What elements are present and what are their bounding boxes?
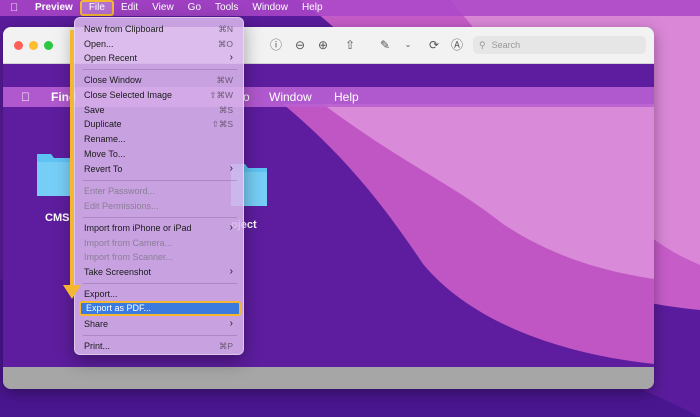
menu-file[interactable]: File	[79, 0, 114, 16]
menu-separator	[83, 335, 237, 336]
search-field[interactable]: ⚲ Search	[473, 36, 646, 54]
menu-separator	[83, 283, 237, 284]
inner-menu-help: Help	[334, 90, 359, 104]
zoom-in-icon[interactable]: ⊕	[316, 38, 330, 52]
inner-apple-icon: 	[21, 90, 30, 104]
menu-edit[interactable]: Edit	[114, 0, 145, 16]
file-menu-dropdown: New from Clipboard ⌘N Open... ⌘O Open Re…	[74, 17, 244, 355]
apple-icon[interactable]: 	[10, 2, 28, 14]
menu-item-open-recent[interactable]: Open Recent ›	[79, 51, 241, 65]
menu-bar:  Preview File Edit View Go Tools Window…	[0, 0, 700, 16]
annotate-icon[interactable]: Ⓐ	[450, 38, 464, 52]
menu-separator	[83, 180, 237, 181]
menu-tools[interactable]: Tools	[208, 0, 245, 16]
menu-view[interactable]: View	[145, 0, 181, 16]
menu-separator	[83, 69, 237, 70]
menu-window[interactable]: Window	[245, 0, 295, 16]
share-icon[interactable]: ⇧	[343, 38, 357, 52]
chevron-right-icon: ›	[229, 52, 233, 63]
menu-item-move-to[interactable]: Move To...	[79, 147, 241, 161]
menu-item-import-from-iphone[interactable]: Import from iPhone or iPad ›	[79, 221, 241, 235]
menu-item-open[interactable]: Open... ⌘O	[79, 37, 241, 51]
menu-item-take-screenshot[interactable]: Take Screenshot ›	[79, 265, 241, 279]
inner-menu-go: o	[243, 90, 250, 104]
menu-item-new-from-clipboard[interactable]: New from Clipboard ⌘N	[79, 22, 241, 36]
menu-item-edit-permissions: Edit Permissions...	[84, 201, 159, 211]
menu-item-revert-to[interactable]: Revert To ›	[79, 162, 241, 176]
folder-icon	[37, 154, 73, 196]
info-icon[interactable]: ⓘ	[269, 38, 283, 52]
menu-item-rename[interactable]: Rename...	[79, 132, 241, 146]
chevron-down-icon[interactable]: ⌄	[401, 38, 415, 52]
menu-item-import-from-scanner: Import from Scanner...	[84, 252, 174, 262]
search-icon: ⚲	[479, 39, 486, 50]
chevron-right-icon: ›	[229, 266, 233, 277]
annotation-arrow-head	[63, 285, 81, 299]
menu-item-import-from-camera: Import from Camera...	[84, 238, 173, 248]
search-placeholder: Search	[491, 40, 521, 50]
annotation-arrow-line	[70, 30, 74, 288]
menu-item-share[interactable]: Share ›	[79, 317, 241, 331]
menu-item-save[interactable]: Save ⌘S	[79, 103, 241, 117]
minimize-window-button[interactable]	[29, 41, 38, 50]
markup-pen-icon[interactable]: ✎	[378, 38, 392, 52]
chevron-right-icon: ›	[229, 222, 233, 233]
rotate-icon[interactable]: ⟳	[427, 38, 441, 52]
chevron-right-icon: ›	[229, 163, 233, 174]
menu-item-print[interactable]: Print... ⌘P	[79, 339, 241, 353]
menu-help[interactable]: Help	[295, 0, 330, 16]
menu-item-close-selected-image[interactable]: Close Selected Image ⇧⌘W	[79, 88, 241, 102]
window-bottom-bar	[3, 367, 654, 389]
menu-app-name[interactable]: Preview	[28, 0, 80, 16]
chevron-right-icon: ›	[229, 318, 233, 329]
zoom-out-icon[interactable]: ⊖	[293, 38, 307, 52]
menu-item-close-window[interactable]: Close Window ⌘W	[79, 73, 241, 87]
inner-menu-window: Window	[269, 90, 312, 104]
menu-item-duplicate[interactable]: Duplicate ⇧⌘S	[79, 117, 241, 131]
zoom-window-button[interactable]	[44, 41, 53, 50]
menu-separator	[83, 217, 237, 218]
menu-item-enter-password: Enter Password...	[84, 186, 156, 196]
folder-label: CMS	[45, 212, 70, 224]
menu-go[interactable]: Go	[181, 0, 208, 16]
menu-item-export[interactable]: Export...	[79, 287, 241, 301]
menu-item-export-as-pdf[interactable]: Export as PDF...	[79, 301, 241, 316]
close-window-button[interactable]	[14, 41, 23, 50]
